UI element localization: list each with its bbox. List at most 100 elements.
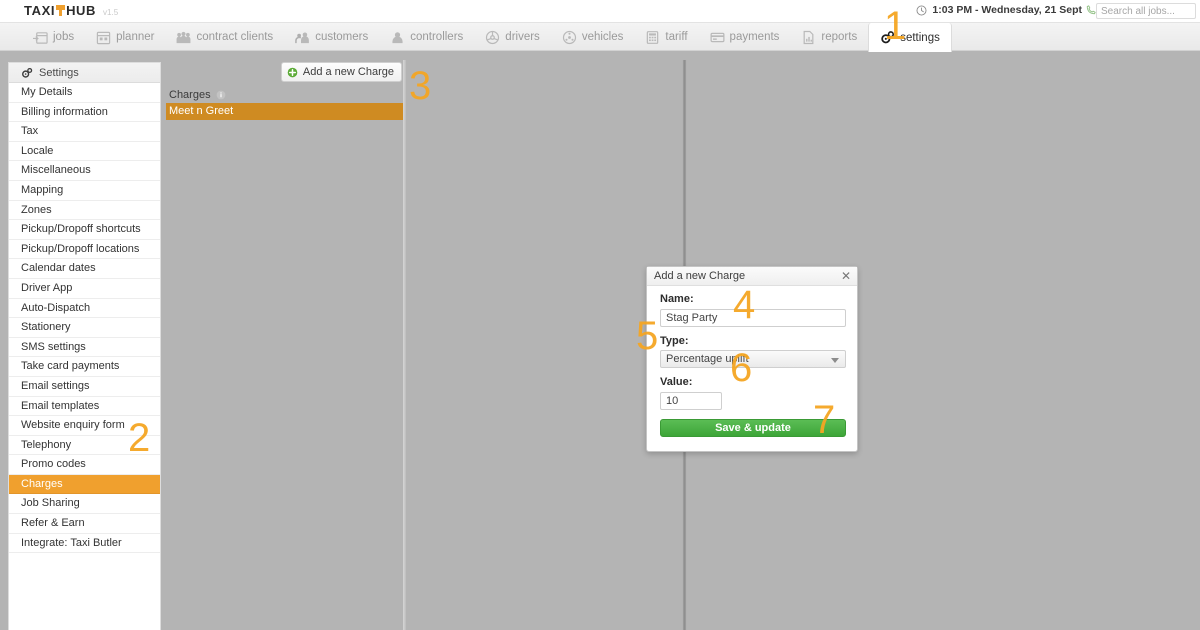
sidebar-item-label: SMS settings xyxy=(21,340,86,353)
close-icon[interactable]: ✕ xyxy=(841,269,851,283)
sidebar-item-tax[interactable]: Tax xyxy=(9,122,160,142)
clock-icon xyxy=(916,5,927,15)
people-group-icon xyxy=(177,31,191,43)
sidebar-item-job-sharing[interactable]: Job Sharing xyxy=(9,494,160,515)
nav-tab-planner[interactable]: planner xyxy=(85,23,165,51)
nav-tab-label: settings xyxy=(900,31,940,44)
nav-tab-contract-clients[interactable]: contract clients xyxy=(165,23,284,51)
sidebar-item-label: Miscellaneous xyxy=(21,164,91,177)
sidebar-item-label: Billing information xyxy=(21,105,108,118)
charge-list-item[interactable]: Meet n Greet xyxy=(166,103,404,120)
sidebar-item-sms-settings[interactable]: SMS settings xyxy=(9,338,160,358)
name-field-label: Name: xyxy=(660,293,694,305)
car-wheel-icon xyxy=(562,30,576,44)
charge-list-item-label: Meet n Greet xyxy=(169,105,234,117)
nav-tab-label: planner xyxy=(116,31,155,43)
add-charge-dialog: Add a new Charge ✕ Name: Type: Percentag… xyxy=(646,266,858,452)
sidebar-item-email-templates[interactable]: Email templates xyxy=(9,397,160,417)
sidebar-item-label: Stationery xyxy=(21,321,71,334)
search-input[interactable] xyxy=(1096,3,1196,19)
dialog-titlebar: Add a new Charge ✕ xyxy=(647,267,857,286)
nav-tab-label: jobs xyxy=(53,31,75,43)
nav-tab-settings[interactable]: settings xyxy=(868,23,952,52)
nav-tab-label: customers xyxy=(315,31,369,43)
sidebar-item-label: Integrate: Taxi Butler xyxy=(21,536,122,549)
logo-text-right: HUB xyxy=(66,3,97,18)
nav-tab-payments[interactable]: payments xyxy=(699,23,791,51)
value-input[interactable] xyxy=(660,392,722,410)
sidebar-item-label: Tax xyxy=(21,125,39,138)
sidebar-item-pickup-dropoff-shortcuts[interactable]: Pickup/Dropoff shortcuts xyxy=(9,220,160,240)
app-logo: TAXI HUB v1.5 xyxy=(24,3,118,18)
gears-icon xyxy=(22,67,33,78)
nav-tab-jobs[interactable]: jobs xyxy=(22,23,85,51)
sidebar-item-label: Refer & Earn xyxy=(21,517,85,530)
taxi-sign-icon xyxy=(56,5,66,16)
nav-tab-customers[interactable]: customers xyxy=(284,23,379,51)
sidebar-item-charges[interactable]: Charges xyxy=(9,474,160,495)
sidebar-item-stationery[interactable]: Stationery xyxy=(9,318,160,338)
sidebar-item-label: My Details xyxy=(21,86,73,98)
nav-tab-label: payments xyxy=(729,31,780,43)
sidebar-item-calendar-dates[interactable]: Calendar dates xyxy=(9,259,160,279)
sidebar-item-label: Pickup/Dropoff locations xyxy=(21,242,140,255)
nav-tab-controllers[interactable]: controllers xyxy=(379,23,474,51)
chevron-down-icon xyxy=(831,358,839,363)
save-and-update-button[interactable]: Save & update xyxy=(660,419,846,437)
sidebar-item-label: Telephony xyxy=(21,438,72,451)
annotation-3: 3 xyxy=(409,64,432,108)
sidebar-item-my-details[interactable]: My Details xyxy=(9,83,160,103)
nav-tab-label: tariff xyxy=(665,31,688,43)
charges-list-header: Charges xyxy=(166,86,404,103)
sidebar-item-promo-codes[interactable]: Promo codes xyxy=(9,455,160,475)
sidebar-item-label: Promo codes xyxy=(21,458,86,471)
dialog-title: Add a new Charge xyxy=(654,270,746,282)
logo-text-left: TAXI xyxy=(24,3,56,18)
document-chart-icon xyxy=(803,30,814,44)
sidebar-item-zones[interactable]: Zones xyxy=(9,201,160,221)
charges-panel: Add a new Charge Charges Meet n Greet xyxy=(166,60,404,630)
sidebar-item-pickup-dropoff-locations[interactable]: Pickup/Dropoff locations xyxy=(9,240,160,260)
sidebar-item-email-settings[interactable]: Email settings xyxy=(9,377,160,397)
sidebar-header: Settings xyxy=(9,63,160,83)
type-field-label: Type: xyxy=(660,335,689,347)
sidebar-item-auto-dispatch[interactable]: Auto-Dispatch xyxy=(9,299,160,319)
sidebar-item-integrate-taxi-butler[interactable]: Integrate: Taxi Butler xyxy=(9,534,160,554)
sidebar-item-label: Mapping xyxy=(21,183,64,196)
type-select-value: Percentage uplift xyxy=(666,353,749,365)
sidebar-item-mapping[interactable]: Mapping xyxy=(9,181,160,201)
nav-tab-list: jobs planner contract clients customers … xyxy=(0,23,1200,52)
nav-tab-reports[interactable]: reports xyxy=(790,23,868,51)
datetime-text: 1:03 PM - Wednesday, 21 Sept xyxy=(932,4,1082,16)
info-icon[interactable] xyxy=(216,90,226,100)
sidebar-item-website-enquiry-form[interactable]: Website enquiry form xyxy=(9,416,160,436)
sidebar-item-take-card-payments[interactable]: Take card payments xyxy=(9,357,160,377)
add-new-charge-button[interactable]: Add a new Charge xyxy=(280,62,402,82)
add-new-charge-label: Add a new Charge xyxy=(302,66,394,78)
sidebar-item-label: Email templates xyxy=(21,399,100,412)
nav-tab-drivers[interactable]: drivers xyxy=(474,23,551,51)
sidebar-item-telephony[interactable]: Telephony xyxy=(9,436,160,456)
name-input[interactable] xyxy=(660,309,846,327)
sidebar-header-label: Settings xyxy=(39,66,79,79)
sidebar-item-driver-app[interactable]: Driver App xyxy=(9,279,160,299)
steering-wheel-icon xyxy=(486,30,500,44)
sidebar-item-label: Email settings xyxy=(21,379,90,392)
sidebar-item-refer-and-earn[interactable]: Refer & Earn xyxy=(9,514,160,534)
two-users-icon xyxy=(295,31,310,43)
sidebar-item-label: Locale xyxy=(21,144,54,157)
panel-divider-left xyxy=(403,60,406,630)
type-select[interactable]: Percentage uplift xyxy=(660,350,846,368)
nav-tab-label: vehicles xyxy=(581,31,624,43)
nav-tab-tariff[interactable]: tariff xyxy=(634,23,698,51)
nav-tab-vehicles[interactable]: vehicles xyxy=(551,23,635,51)
sidebar-item-label: Charges xyxy=(21,477,63,490)
calendar-arrow-icon xyxy=(33,31,48,44)
settings-sidebar: Settings My Details Billing information … xyxy=(8,62,161,630)
sidebar-item-locale[interactable]: Locale xyxy=(9,142,160,162)
nav-tab-label: reports xyxy=(821,31,858,43)
dialog-body: Name: Type: Percentage uplift Value: Sav… xyxy=(647,286,857,437)
sidebar-item-billing-information[interactable]: Billing information xyxy=(9,103,160,123)
sidebar-item-miscellaneous[interactable]: Miscellaneous xyxy=(9,161,160,181)
gears-icon xyxy=(881,31,895,44)
